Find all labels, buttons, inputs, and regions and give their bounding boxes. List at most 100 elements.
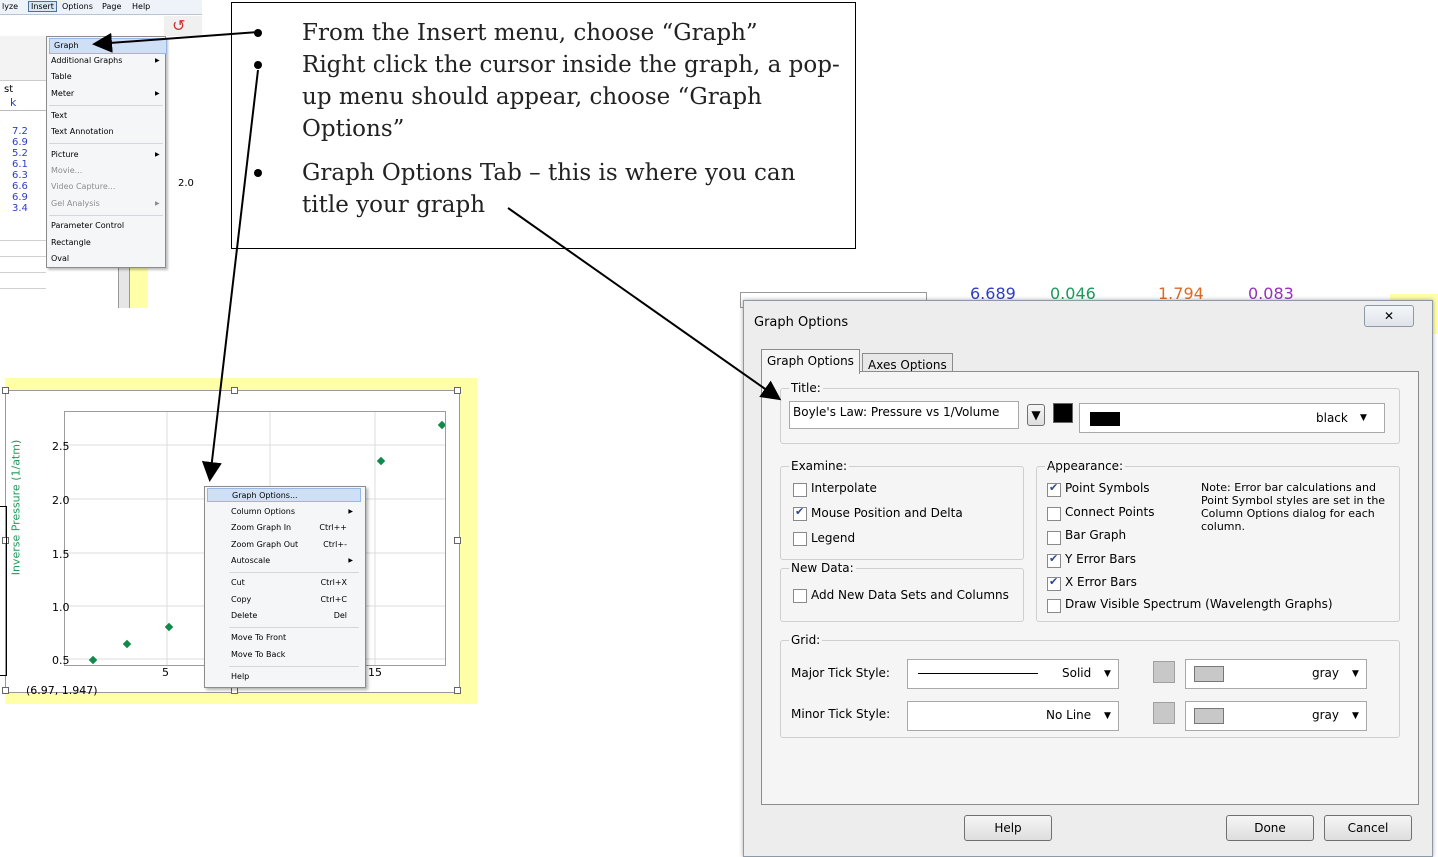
- color-swatch[interactable]: [1053, 403, 1073, 423]
- toolbar-icon: ↺: [172, 16, 186, 35]
- major-tick-style-select[interactable]: Solid ▼: [907, 659, 1119, 689]
- legend-checkbox[interactable]: [793, 532, 807, 546]
- context-item-autoscale[interactable]: Autoscale ▶: [231, 554, 361, 568]
- interpolate-checkbox[interactable]: [793, 483, 807, 497]
- shortcut: Ctrl++: [319, 523, 347, 532]
- context-item-cut[interactable]: Cut Ctrl+X: [231, 576, 361, 590]
- y-error-bars-checkbox[interactable]: [1047, 552, 1061, 568]
- context-item-help[interactable]: Help: [231, 670, 249, 684]
- menu-item-parameter-control[interactable]: Parameter Control: [51, 219, 124, 233]
- line-sample: [918, 673, 1038, 674]
- title-color-select[interactable]: black ▼: [1079, 403, 1385, 433]
- menu-item-text[interactable]: Text: [51, 109, 67, 123]
- x-tick: 5: [162, 666, 169, 679]
- resize-handle[interactable]: [454, 687, 461, 694]
- visible-spectrum-checkbox[interactable]: [1047, 599, 1061, 613]
- menu-item-text-annotation[interactable]: Text Annotation: [51, 125, 114, 139]
- title-dropdown-button[interactable]: ▼: [1027, 404, 1045, 426]
- close-icon: ✕: [1383, 309, 1395, 323]
- connect-points-checkbox[interactable]: [1047, 507, 1061, 521]
- table-cell: 6.9: [12, 192, 28, 203]
- table-cell: 5.2: [12, 148, 28, 159]
- examine-group: Examine: Interpolate Mouse Position and …: [780, 459, 1024, 560]
- context-item-label: Copy: [231, 595, 252, 604]
- title-color-value: black: [1316, 411, 1348, 425]
- menu-page[interactable]: Page: [102, 2, 121, 11]
- y-tick: 1.5: [52, 548, 70, 561]
- table-cell: 6.1: [12, 159, 28, 170]
- resize-handle[interactable]: [454, 387, 461, 394]
- bar-graph-checkbox[interactable]: [1047, 531, 1061, 545]
- menu-item-additional-graphs[interactable]: Additional Graphs ▶: [51, 54, 160, 68]
- title-input[interactable]: Boyle's Law: Pressure vs 1/Volume: [789, 401, 1019, 429]
- divider: [0, 240, 46, 241]
- context-item-graph-options[interactable]: Graph Options...: [207, 488, 361, 502]
- instruction-step-1: From the Insert menu, choose “Graph”: [302, 20, 758, 46]
- menu-item-meter[interactable]: Meter ▶: [51, 87, 160, 101]
- data-point: [88, 655, 98, 665]
- menu-insert[interactable]: Insert: [28, 1, 57, 12]
- resize-handle[interactable]: [231, 687, 238, 694]
- cancel-button[interactable]: Cancel: [1324, 815, 1412, 841]
- major-color-swatch[interactable]: [1153, 661, 1175, 683]
- bullet: [254, 29, 262, 37]
- menu-item-gel-analysis[interactable]: Gel Analysis ▶: [51, 197, 160, 211]
- group-label: Title:: [789, 381, 823, 395]
- checkbox-label: Point Symbols: [1065, 481, 1150, 495]
- add-new-data-checkbox[interactable]: [793, 589, 807, 603]
- chevron-down-icon: ▼: [1352, 669, 1359, 679]
- resize-handle[interactable]: [2, 387, 9, 394]
- title-group: Title: Boyle's Law: Pressure vs 1/Volume…: [780, 381, 1400, 444]
- major-color-select[interactable]: gray ▼: [1185, 659, 1367, 689]
- minor-tick-style-select[interactable]: No Line ▼: [907, 701, 1119, 731]
- context-item-move-front[interactable]: Move To Front: [231, 631, 286, 645]
- context-item-move-back[interactable]: Move To Back: [231, 648, 285, 662]
- minor-color-swatch[interactable]: [1153, 702, 1175, 724]
- menu-item-rectangle[interactable]: Rectangle: [51, 236, 91, 250]
- context-item-label: Zoom Graph In: [231, 523, 292, 532]
- menu-item-movie[interactable]: Movie...: [51, 164, 82, 178]
- menu-item-label: Gel Analysis: [51, 199, 100, 208]
- table-header-k: k: [10, 96, 17, 109]
- menu-item-table[interactable]: Table: [51, 70, 72, 84]
- context-item-column-options[interactable]: Column Options ▶: [231, 505, 361, 519]
- resize-handle[interactable]: [231, 387, 238, 394]
- done-button[interactable]: Done: [1226, 815, 1314, 841]
- insert-dropdown: Graph Additional Graphs ▶ Table Meter ▶ Te…: [46, 36, 167, 268]
- context-item-delete[interactable]: Delete Del: [231, 609, 361, 623]
- divider: [0, 256, 46, 257]
- menu-separator: [49, 143, 163, 144]
- minor-color-select[interactable]: gray ▼: [1185, 701, 1367, 731]
- menu-separator: [49, 105, 163, 106]
- close-button[interactable]: ✕: [1364, 305, 1414, 327]
- data-table-fragment: st k 7.2 6.9 5.2 6.1 6.3 6.6 6.9 3.4: [0, 80, 46, 308]
- checkbox-label: Add New Data Sets and Columns: [811, 588, 1009, 602]
- context-item-copy[interactable]: Copy Ctrl+C: [231, 593, 361, 607]
- menu-item-video-capture[interactable]: Video Capture...: [51, 180, 115, 194]
- menu-options[interactable]: Options: [62, 2, 93, 11]
- menu-analyze[interactable]: lyze: [2, 2, 18, 11]
- menu-help[interactable]: Help: [132, 2, 150, 11]
- context-item-zoom-in[interactable]: Zoom Graph In Ctrl++: [231, 521, 361, 535]
- menu-item-graph[interactable]: Graph: [49, 38, 167, 54]
- x-error-bars-checkbox[interactable]: [1047, 575, 1061, 591]
- checkbox-label: X Error Bars: [1065, 575, 1137, 589]
- dialog-title: Graph Options: [754, 315, 849, 330]
- instruction-step-2: Right click the cursor inside the graph,…: [302, 52, 840, 142]
- context-item-zoom-out[interactable]: Zoom Graph Out Ctrl+-: [231, 538, 361, 552]
- tab-graph-options[interactable]: Graph Options: [761, 349, 860, 374]
- chevron-down-icon: ▼: [1104, 669, 1111, 679]
- menu-item-picture[interactable]: Picture ▶: [51, 148, 160, 162]
- chevron-right-icon: ▶: [155, 57, 160, 64]
- resize-handle[interactable]: [454, 537, 461, 544]
- mouse-position-checkbox[interactable]: [793, 505, 807, 521]
- point-symbols-checkbox[interactable]: [1047, 481, 1061, 497]
- resize-handle[interactable]: [2, 687, 9, 694]
- chevron-right-icon: ▶: [348, 557, 353, 564]
- context-item-label: Cut: [231, 578, 245, 587]
- menu-item-oval[interactable]: Oval: [51, 252, 69, 266]
- color-sample: [1090, 412, 1120, 426]
- data-point: [437, 420, 445, 430]
- bullet: [254, 61, 262, 69]
- help-button[interactable]: Help: [964, 815, 1052, 841]
